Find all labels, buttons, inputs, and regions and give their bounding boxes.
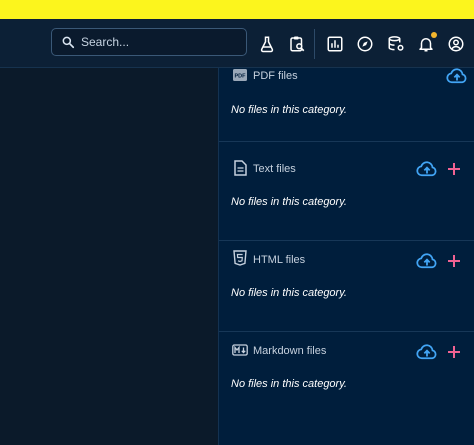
pdf-icon: PDF xyxy=(232,67,248,83)
upload-icon[interactable] xyxy=(416,344,438,360)
top-banner xyxy=(0,0,474,19)
section-title: HTML files xyxy=(253,254,306,266)
search-icon xyxy=(61,35,75,49)
upload-icon[interactable] xyxy=(446,68,468,84)
main-content-area xyxy=(0,68,218,445)
markdown-icon xyxy=(232,342,248,358)
files-panel: PDF PDF files No files in this category.… xyxy=(218,68,474,445)
svg-text:PDF: PDF xyxy=(235,74,247,80)
empty-message: No files in this category. xyxy=(231,378,347,390)
section-html-files: HTML files No files in this category. xyxy=(219,241,474,332)
section-title: PDF files xyxy=(253,70,298,82)
search-input[interactable] xyxy=(81,35,231,49)
upload-icon[interactable] xyxy=(416,253,438,269)
text-file-icon xyxy=(232,160,248,176)
section-title: Text files xyxy=(253,163,296,175)
empty-message: No files in this category. xyxy=(231,287,347,299)
search-box[interactable] xyxy=(51,28,247,56)
html5-icon xyxy=(232,250,248,266)
add-icon[interactable] xyxy=(447,345,461,359)
upload-icon[interactable] xyxy=(416,161,438,177)
section-pdf-files: PDF PDF files No files in this category. xyxy=(219,51,474,142)
section-markdown-files: Markdown files No files in this category… xyxy=(219,333,474,424)
empty-message: No files in this category. xyxy=(231,104,347,116)
empty-message: No files in this category. xyxy=(231,196,347,208)
notification-badge xyxy=(431,32,437,38)
add-icon[interactable] xyxy=(447,254,461,268)
section-title: Markdown files xyxy=(253,345,327,357)
add-icon[interactable] xyxy=(447,162,461,176)
section-text-files: Text files No files in this category. xyxy=(219,150,474,241)
